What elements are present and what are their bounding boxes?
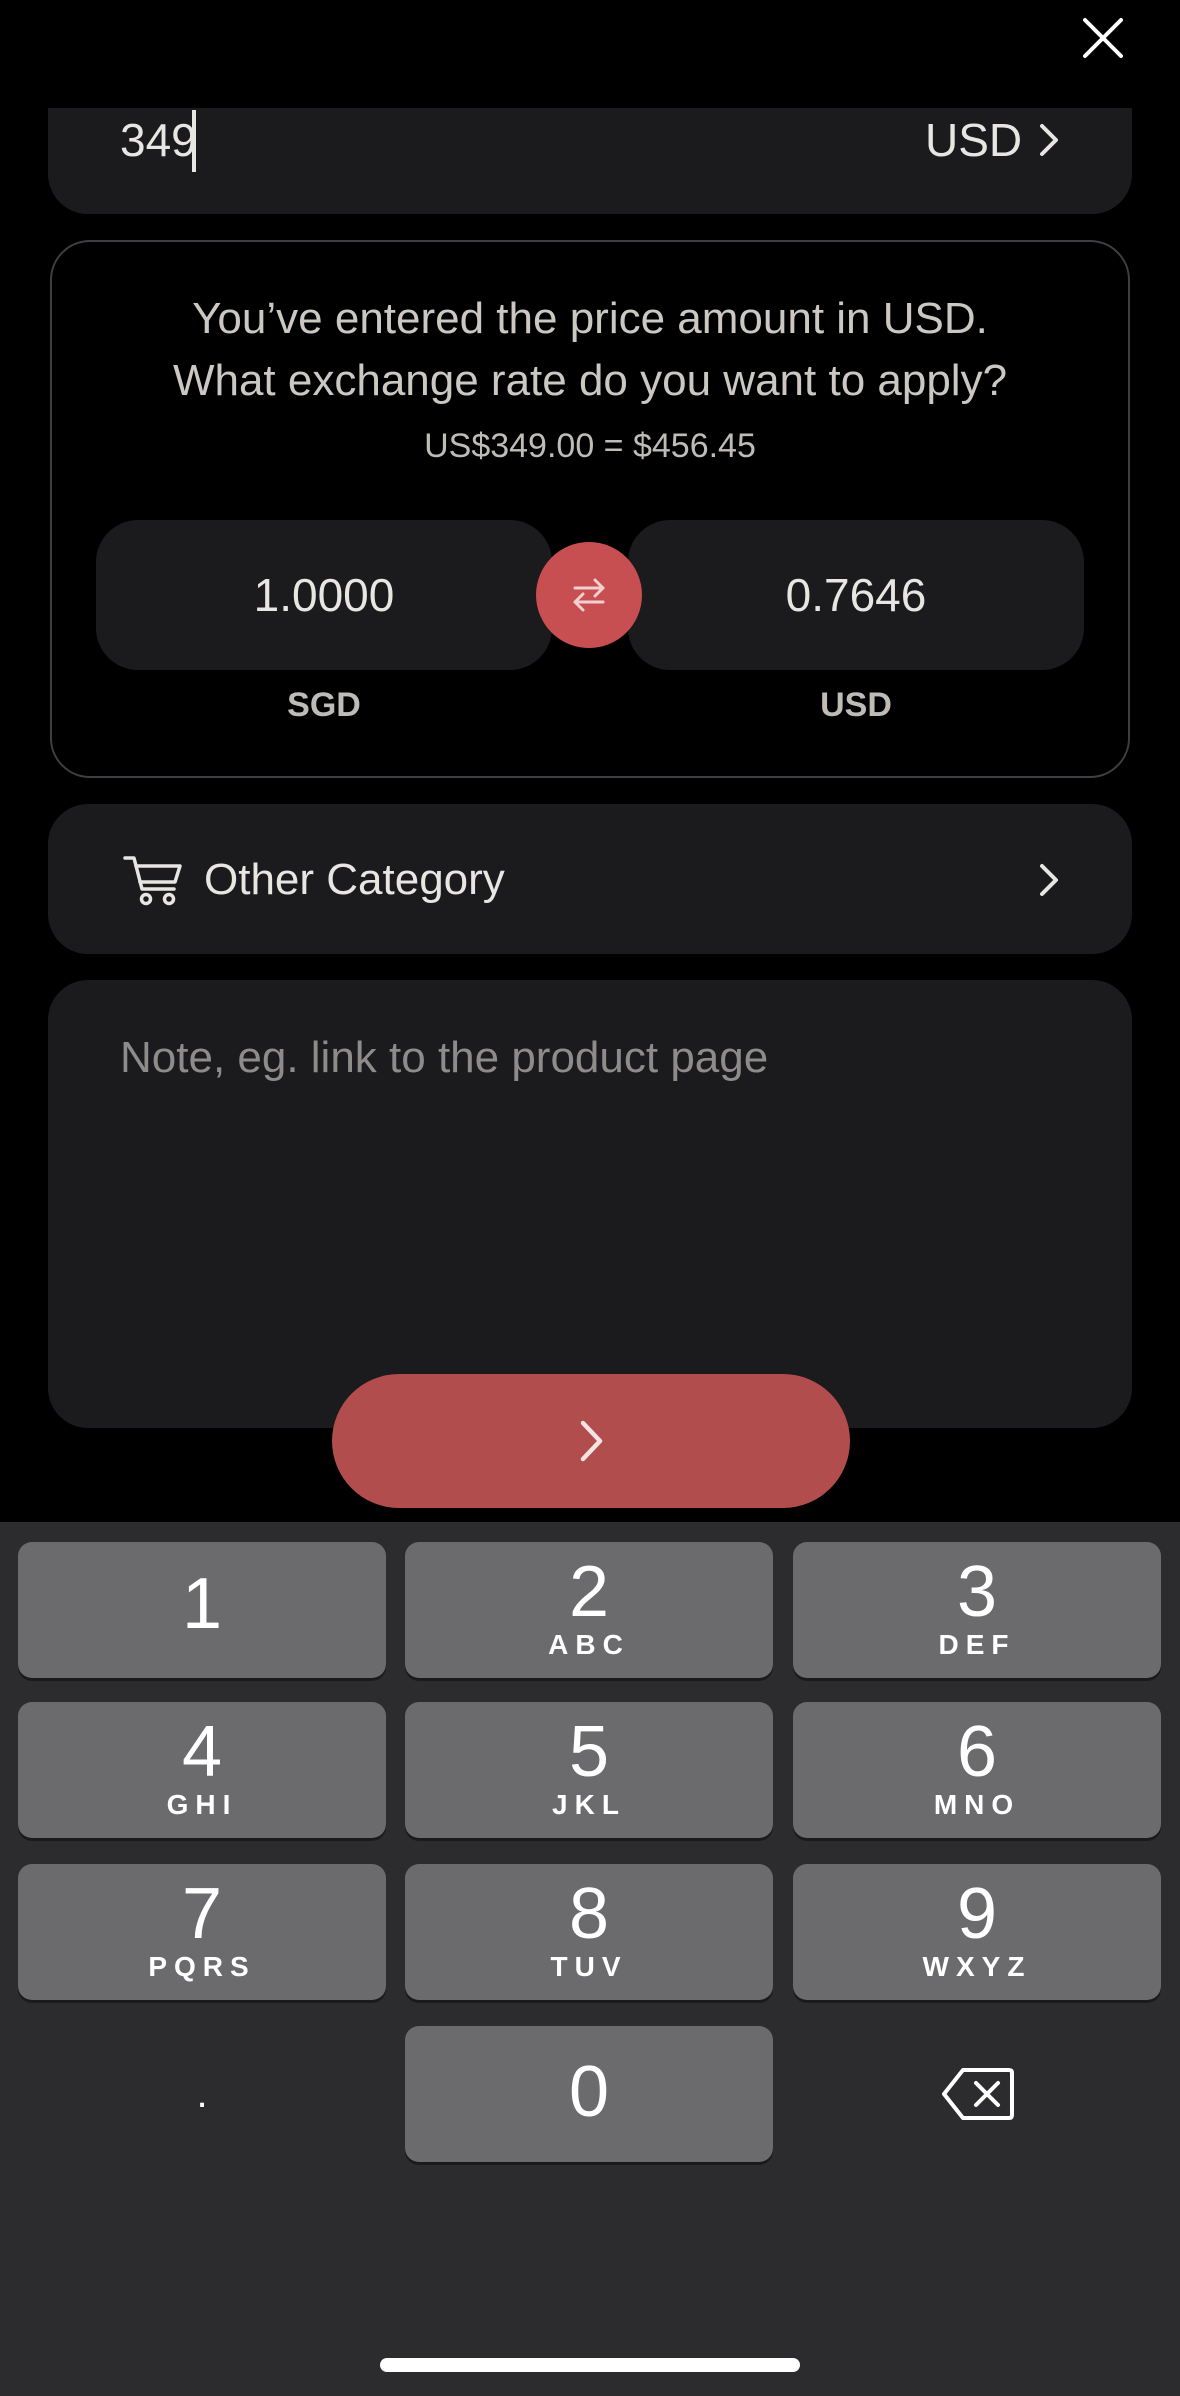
key-7[interactable]: 7 PQRS xyxy=(18,1864,386,2000)
key-digit: 8 xyxy=(568,1874,610,1954)
chevron-right-icon xyxy=(580,1420,603,1462)
right-currency-label: USD xyxy=(820,686,892,724)
key-8[interactable]: 8 TUV xyxy=(405,1864,773,2000)
key-digit: 1 xyxy=(181,1564,223,1644)
exchange-question: You’ve entered the price amount in USD. … xyxy=(50,288,1130,412)
chevron-right-icon xyxy=(1036,862,1062,898)
right-rate-input[interactable]: 0.7646 xyxy=(628,520,1084,670)
key-6[interactable]: 6 MNO xyxy=(793,1702,1161,1838)
exchange-question-line2: What exchange rate do you want to apply? xyxy=(172,356,1008,405)
home-indicator[interactable] xyxy=(380,2358,800,2372)
key-digit: 0 xyxy=(568,2052,610,2132)
swap-currencies-button[interactable] xyxy=(536,542,642,648)
note-placeholder: Note, eg. link to the product page xyxy=(120,1033,769,1082)
backspace-key[interactable] xyxy=(794,2026,1162,2162)
left-rate-input[interactable]: 1.0000 xyxy=(96,520,552,670)
swap-arrows-icon xyxy=(573,578,605,612)
key-digit: 7 xyxy=(181,1874,223,1954)
key-5[interactable]: 5 JKL xyxy=(405,1702,773,1838)
key-letters: WXYZ xyxy=(922,1951,1032,1982)
next-button[interactable] xyxy=(332,1374,850,1508)
key-digit: 3 xyxy=(956,1552,998,1632)
amount-input[interactable]: 349 xyxy=(120,108,197,172)
key-digit: 9 xyxy=(956,1874,998,1954)
key-digit: 2 xyxy=(568,1552,610,1632)
cart-icon xyxy=(122,853,184,907)
key-letters: DEF xyxy=(938,1629,1016,1660)
key-digit: 5 xyxy=(568,1712,610,1792)
text-caret xyxy=(192,110,196,172)
key-letters: JKL xyxy=(552,1789,626,1820)
key-decimal[interactable]: . xyxy=(18,2026,386,2162)
exchange-equation: US$349.00 = $456.45 xyxy=(424,427,756,465)
key-letters: MNO xyxy=(933,1789,1021,1820)
key-letters: ABC xyxy=(548,1629,630,1660)
key-letters: PQRS xyxy=(148,1951,256,1982)
key-1[interactable]: 1 xyxy=(18,1542,386,1678)
category-label: Other Category xyxy=(204,855,505,904)
close-button[interactable] xyxy=(1075,10,1131,66)
currency-selector[interactable]: USD xyxy=(925,108,1022,172)
key-letters: GHI xyxy=(166,1789,238,1820)
key-4[interactable]: 4 GHI xyxy=(18,1702,386,1838)
key-2[interactable]: 2 ABC xyxy=(405,1542,773,1678)
key-3[interactable]: 3 DEF xyxy=(793,1542,1161,1678)
key-digit: 6 xyxy=(956,1712,998,1792)
backspace-icon xyxy=(942,2068,1014,2120)
chevron-right-icon xyxy=(1036,122,1062,158)
key-letters: TUV xyxy=(550,1951,628,1982)
key-9[interactable]: 9 WXYZ xyxy=(793,1864,1161,2000)
left-currency-label: SGD xyxy=(287,686,361,724)
exchange-question-line1: You’ve entered the price amount in USD. xyxy=(192,294,988,343)
close-icon xyxy=(1083,18,1123,58)
key-0[interactable]: 0 xyxy=(405,2026,773,2162)
key-digit: 4 xyxy=(181,1712,223,1792)
